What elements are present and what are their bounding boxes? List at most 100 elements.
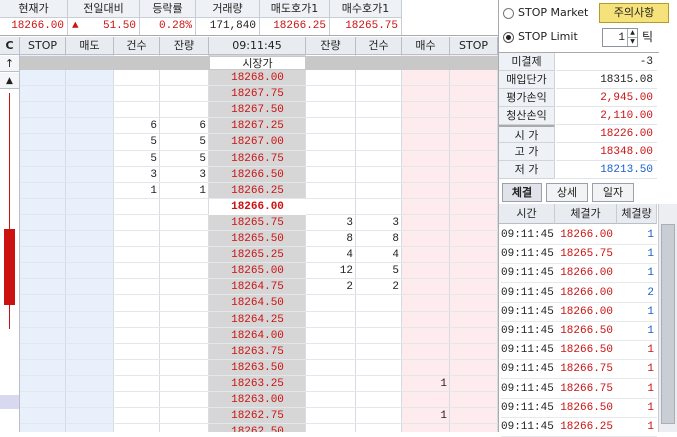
bid-count-cell: 5	[392, 265, 399, 278]
radio-checked-icon[interactable]	[503, 31, 514, 43]
bid-qty-cell	[306, 295, 356, 311]
trade-time: 09:11:45	[501, 398, 555, 418]
bid-qty-cell	[306, 167, 356, 183]
trade-price: 18266.25	[555, 417, 617, 437]
info-label: 저 가	[499, 161, 555, 179]
ask-count-cell	[114, 328, 160, 344]
price-cell[interactable]: 18265.00	[209, 263, 306, 279]
ask-qty-cell: 3	[199, 168, 206, 181]
trades-scrollbar[interactable]	[658, 204, 677, 432]
bid-count-cell	[356, 408, 402, 424]
ask-qty-cell: 1	[199, 184, 206, 197]
header-ask-count: 건수	[114, 37, 160, 55]
trade-time: 09:11:45	[501, 321, 555, 341]
buy-order-cell	[402, 231, 450, 247]
price-cell[interactable]: 18267.75	[209, 86, 306, 102]
price-cell[interactable]: 18263.75	[209, 344, 306, 360]
stop-market-label: STOP Market	[518, 6, 589, 19]
volume: 171,840	[196, 18, 260, 35]
header-buy: 매수	[402, 37, 450, 55]
info-value: -3	[556, 53, 657, 71]
trade-price: 18266.00	[555, 225, 617, 245]
price-cell[interactable]: 18263.50	[209, 360, 306, 376]
trade-price: 18265.75	[555, 244, 617, 265]
stepper-down-icon[interactable]: ▼	[627, 37, 637, 46]
header-bid-qty: 잔량	[306, 37, 356, 55]
notice-button[interactable]: 주의사항	[599, 3, 669, 23]
price-cell[interactable]: 18266.75	[209, 151, 306, 167]
price-cell[interactable]: 18266.00	[209, 198, 306, 215]
info-value: 18213.50	[556, 161, 657, 179]
bid-count-cell	[356, 151, 402, 167]
price-cell[interactable]: 18263.25	[209, 376, 306, 392]
trade-time: 09:11:45	[501, 340, 555, 361]
price-cell[interactable]: 18267.00	[209, 134, 306, 150]
info-value: 18226.00	[556, 125, 657, 143]
scrollbar-thumb[interactable]	[661, 224, 675, 424]
price-cell[interactable]: 18265.75	[209, 215, 306, 231]
tab-daily[interactable]: 일자	[592, 183, 634, 202]
scroll-up-arrow-icon[interactable]: ↑	[0, 56, 19, 72]
bid-qty-cell	[306, 424, 356, 432]
stop-market-option[interactable]: STOP Market	[503, 4, 588, 22]
price-cell[interactable]: 18267.25	[209, 118, 306, 134]
bid-qty-cell	[306, 118, 356, 134]
stepper-up-icon[interactable]: ▲	[627, 29, 637, 37]
sell-stop-column[interactable]	[20, 37, 66, 432]
buy-order-cell	[402, 360, 450, 376]
ask-count-cell	[114, 344, 160, 360]
info-label: 미결제	[499, 53, 555, 71]
price-cell[interactable]: 18267.50	[209, 102, 306, 118]
ask-count-cell	[114, 312, 160, 328]
bid-qty-cell: 4	[346, 249, 353, 262]
buy-order-cell	[402, 263, 450, 279]
ask-qty-cell	[160, 231, 209, 247]
price-cell[interactable]: 18264.50	[209, 295, 306, 311]
price-cell[interactable]: 18264.25	[209, 312, 306, 328]
price-cell[interactable]: 18264.75	[209, 279, 306, 295]
price-cell[interactable]: 18265.25	[209, 247, 306, 263]
mini-chart-strip: C ↑ ▲	[0, 37, 20, 432]
buy-order-cell	[402, 392, 450, 408]
buy-order-cell: 1	[440, 377, 447, 390]
stop-limit-option[interactable]: STOP Limit	[503, 28, 578, 46]
bid-qty-cell: 8	[346, 233, 353, 245]
market-price-cell[interactable]: 시장가	[209, 56, 306, 70]
price-cell[interactable]: 18262.50	[209, 424, 306, 432]
bid-qty-cell	[306, 312, 356, 328]
bid-count-cell	[356, 167, 402, 183]
buy-order-cell	[402, 295, 450, 311]
tick-stepper[interactable]: 1 ▲ ▼	[602, 28, 638, 47]
price-cell[interactable]: 18262.75	[209, 408, 306, 424]
buy-order-cell	[402, 328, 450, 344]
ask-qty-cell	[160, 86, 209, 102]
buy-stop-column[interactable]	[450, 37, 498, 432]
tab-detail[interactable]: 상세	[546, 183, 588, 202]
ask-count-cell: 5	[150, 136, 157, 149]
ask-count-cell	[114, 408, 160, 424]
bid-count-cell: 8	[392, 233, 399, 245]
ask-qty-cell	[160, 392, 209, 408]
ask-count-cell	[114, 424, 160, 432]
price-cell[interactable]: 18266.50	[209, 167, 306, 183]
radio-unchecked-icon[interactable]	[503, 7, 514, 19]
header-change: 전일대비	[68, 0, 140, 18]
buy-order-cell	[402, 199, 450, 215]
price-cell[interactable]: 18268.00	[209, 70, 306, 86]
price-cell[interactable]: 18265.50	[209, 231, 306, 247]
price-cell[interactable]: 18266.25	[209, 183, 306, 199]
header-buy-stop: STOP	[450, 37, 498, 55]
trade-price: 18266.50	[555, 398, 617, 418]
tab-trades[interactable]: 체결	[502, 183, 542, 202]
ask-qty-cell	[160, 328, 209, 344]
bid-qty-cell	[306, 183, 356, 199]
bid-count-cell: 4	[392, 249, 399, 262]
scroll-top-triangle-icon[interactable]: ▲	[0, 73, 19, 89]
price-cell[interactable]: 18264.00	[209, 328, 306, 344]
sell-order-column[interactable]	[66, 37, 114, 432]
center-button[interactable]: C	[0, 37, 19, 55]
buy-order-cell	[402, 312, 450, 328]
trade-qty: 1	[617, 225, 657, 245]
ask-count-cell: 6	[150, 120, 157, 133]
price-cell[interactable]: 18263.00	[209, 392, 306, 408]
